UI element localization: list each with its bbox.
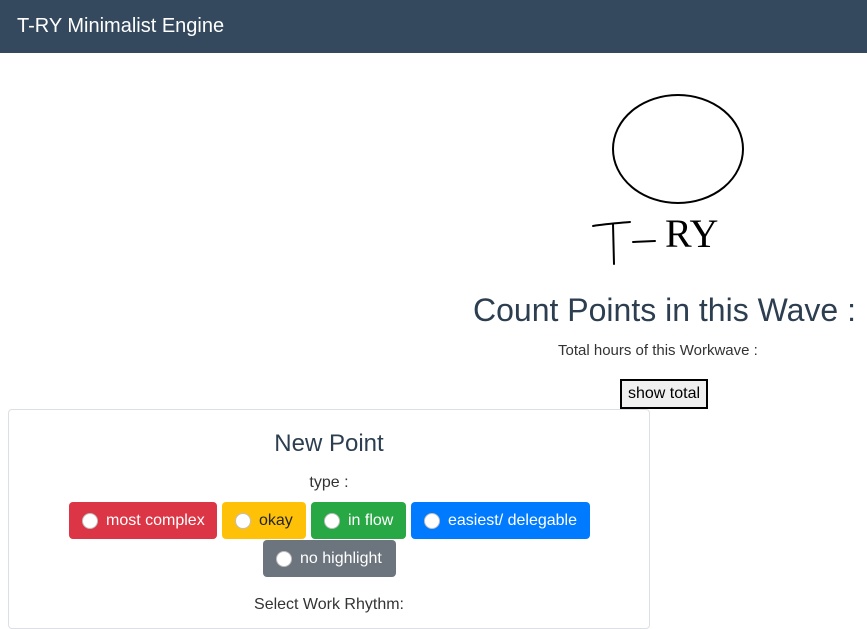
show-total-button[interactable]: show total: [620, 379, 709, 409]
type-option-easiest-delegable[interactable]: easiest/ delegable: [411, 502, 590, 539]
logo-circle: [612, 94, 744, 204]
logo-t-stem: [612, 223, 615, 265]
total-hours-label: Total hours of this Workwave :: [558, 342, 758, 359]
type-option-label: easiest/ delegable: [448, 511, 577, 529]
type-option-in-flow[interactable]: in flow: [311, 502, 406, 539]
t-ry-logo: RY: [592, 94, 744, 265]
wave-points-title: Count Points in this Wave :: [473, 292, 856, 328]
logo-ry-text: RY: [665, 211, 718, 256]
type-option-label: no highlight: [300, 549, 382, 567]
work-rhythm-label: Select Work Rhythm:: [254, 596, 404, 613]
radio-okay[interactable]: [235, 512, 251, 529]
new-point-title: New Point: [274, 430, 384, 457]
type-option-label: most complex: [106, 511, 205, 529]
logo-dash: [632, 240, 656, 243]
type-option-label: in flow: [348, 511, 394, 529]
radio-no-highlight[interactable]: [276, 550, 292, 567]
top-navbar: T-RY Minimalist Engine: [0, 0, 867, 53]
logo-t-bar: [592, 221, 631, 227]
type-option-no-highlight[interactable]: no highlight: [263, 540, 396, 577]
type-option-okay[interactable]: okay: [222, 502, 306, 539]
type-option-label: okay: [259, 511, 293, 529]
radio-most-complex[interactable]: [82, 512, 98, 529]
type-option-most-complex[interactable]: most complex: [69, 502, 217, 539]
radio-in-flow[interactable]: [324, 512, 340, 529]
navbar-brand[interactable]: T-RY Minimalist Engine: [17, 15, 224, 38]
radio-easiest-delegable[interactable]: [424, 512, 440, 529]
type-label: type :: [309, 474, 349, 491]
new-point-card: New Point type : most complex okay in fl…: [8, 409, 650, 629]
